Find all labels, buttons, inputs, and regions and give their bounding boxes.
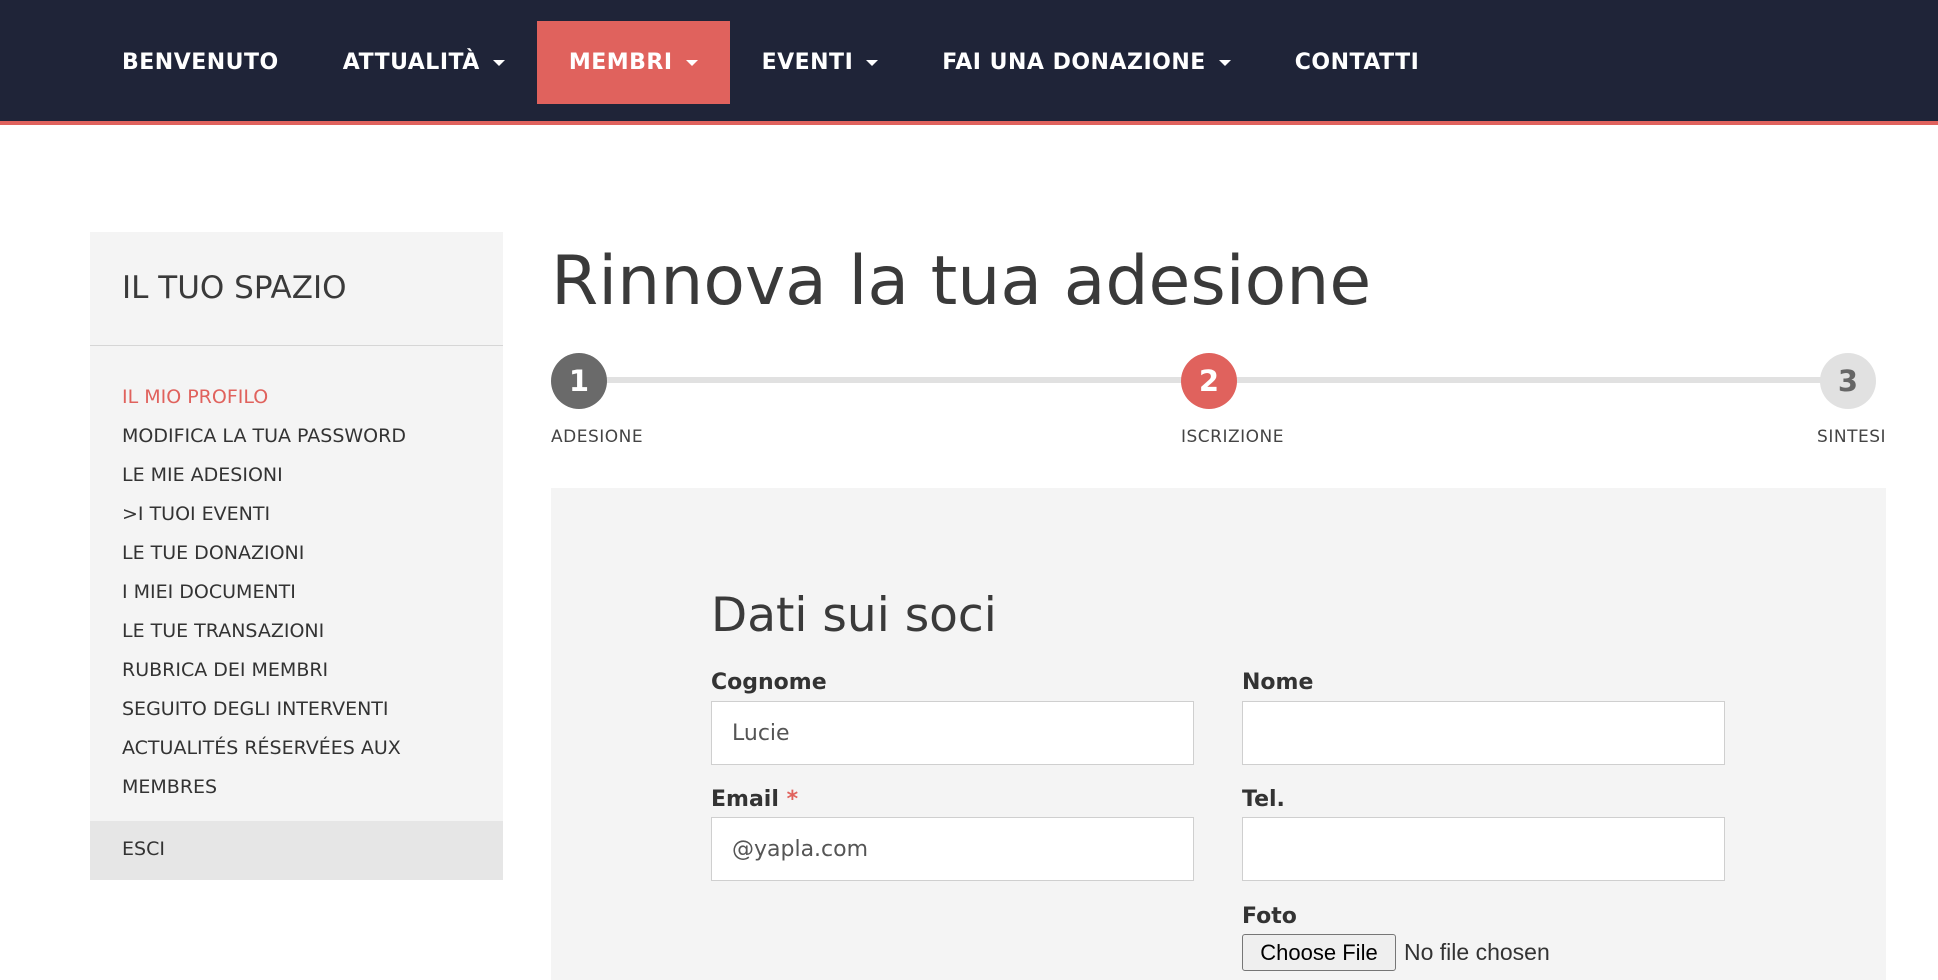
- sidebar-item-profile[interactable]: IL MIO PROFILO: [122, 378, 471, 417]
- photo-file-picker: Choose File No file chosen: [1242, 934, 1550, 971]
- sidebar-title: IL TUO SPAZIO: [90, 232, 503, 346]
- step-2-label: ISCRIZIONE: [1181, 427, 1284, 447]
- email-label: Email *: [711, 787, 798, 812]
- nav-item-donazione[interactable]: FAI UNA DONAZIONE: [910, 21, 1263, 104]
- sidebar-item-donations[interactable]: LE TUE DONAZIONI: [122, 534, 471, 573]
- nav-item-label: ATTUALITÀ: [342, 50, 480, 75]
- step-3-label: SINTESI: [1817, 427, 1886, 447]
- sidebar-item-label: ACTUALITÉS RÉSERVÉES AUX: [122, 737, 401, 759]
- sidebar-item-member-news[interactable]: ACTUALITÉS RÉSERVÉES AUX MEMBRES: [122, 729, 471, 807]
- sidebar-item-transactions[interactable]: LE TUE TRANSAZIONI: [122, 612, 471, 651]
- surname-input[interactable]: [711, 701, 1194, 765]
- email-input[interactable]: [711, 817, 1194, 881]
- nav-item-eventi[interactable]: EVENTI: [730, 21, 911, 104]
- nav-item-attualita[interactable]: ATTUALITÀ: [311, 21, 537, 104]
- caret-down-icon: [1218, 59, 1231, 66]
- nav-item-benvenuto[interactable]: BENVENUTO: [90, 21, 311, 104]
- photo-label: Foto: [1242, 904, 1297, 929]
- nav-item-label: FAI UNA DONAZIONE: [942, 50, 1206, 75]
- account-sidebar: IL TUO SPAZIO IL MIO PROFILO MODIFICA LA…: [90, 232, 503, 880]
- name-label: Nome: [1242, 670, 1314, 695]
- nav-item-label: BENVENUTO: [122, 50, 279, 75]
- caret-down-icon: [866, 59, 879, 66]
- nav-item-label: CONTATTI: [1294, 50, 1420, 75]
- sidebar-item-directory[interactable]: RUBRICA DEI MEMBRI: [122, 651, 471, 690]
- main-menu: BENVENUTO ATTUALITÀ MEMBRI EVENTI FAI UN…: [90, 21, 1451, 104]
- name-input[interactable]: [1242, 701, 1725, 765]
- step-2-circle: 2: [1181, 353, 1237, 409]
- form-section-title: Dati sui soci: [711, 588, 997, 643]
- required-marker: *: [786, 787, 799, 812]
- sidebar-item-memberships[interactable]: LE MIE ADESIONI: [122, 456, 471, 495]
- phone-input[interactable]: [1242, 817, 1725, 881]
- top-navigation: BENVENUTO ATTUALITÀ MEMBRI EVENTI FAI UN…: [0, 0, 1938, 125]
- sidebar-item-documents[interactable]: I MIEI DOCUMENTI: [122, 573, 471, 612]
- email-label-text: Email: [711, 787, 779, 812]
- nav-item-label: MEMBRI: [568, 50, 673, 75]
- sidebar-item-password[interactable]: MODIFICA LA TUA PASSWORD: [122, 417, 471, 456]
- sidebar-item-interventions[interactable]: SEGUITO DEGLI INTERVENTI: [122, 690, 471, 729]
- step-1-label: ADESIONE: [551, 427, 644, 447]
- nav-item-contatti[interactable]: CONTATTI: [1263, 21, 1452, 104]
- logout-link[interactable]: ESCI: [90, 821, 503, 880]
- nav-item-label: EVENTI: [761, 50, 854, 75]
- nav-item-membri[interactable]: MEMBRI: [536, 21, 730, 104]
- sidebar-menu: IL MIO PROFILO MODIFICA LA TUA PASSWORD …: [90, 346, 503, 807]
- phone-label: Tel.: [1242, 787, 1285, 812]
- choose-file-button[interactable]: Choose File: [1242, 934, 1396, 971]
- page-title: Rinnova la tua adesione: [551, 242, 1372, 321]
- caret-down-icon: [492, 59, 505, 66]
- step-3-circle: 3: [1820, 353, 1876, 409]
- sidebar-item-events[interactable]: >I TUOI EVENTI: [122, 495, 471, 534]
- caret-down-icon: [685, 59, 698, 66]
- progress-stepper: 1 2 3 ADESIONE ISCRIZIONE SINTESI: [551, 353, 1886, 453]
- surname-label: Cognome: [711, 670, 827, 695]
- sidebar-item-label: MEMBRES: [122, 776, 218, 798]
- member-form-panel: Dati sui soci Cognome Nome Email * Tel. …: [551, 488, 1886, 980]
- step-1-circle: 1: [551, 353, 607, 409]
- file-status-text: No file chosen: [1404, 939, 1550, 965]
